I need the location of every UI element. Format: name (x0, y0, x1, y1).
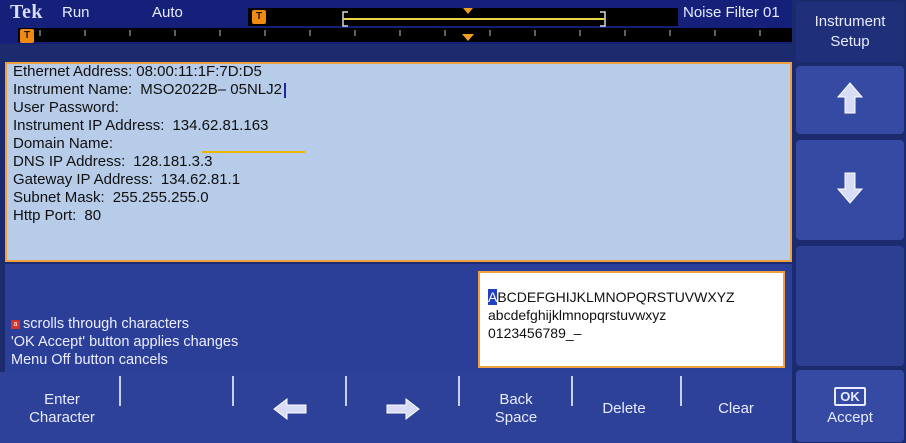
palette-lowercase-row[interactable]: abcdefghijklmnopqrstuvwxyz (488, 307, 666, 324)
accept-label: Accept (827, 408, 873, 426)
domain-name-label: Domain Name: (13, 135, 114, 152)
text-cursor (283, 82, 286, 98)
record-graphic (39, 8, 761, 41)
dns-field[interactable]: 128.181.3.3 (133, 153, 212, 170)
right-arrow-icon (385, 398, 421, 420)
subnet-row[interactable]: Subnet Mask: 255.255.255.0 (13, 189, 209, 207)
scroll-up-button[interactable] (796, 66, 904, 134)
http-port-row[interactable]: Http Port: 80 (13, 207, 101, 225)
domain-name-row[interactable]: Domain Name: (13, 135, 113, 153)
delete-button[interactable]: Delete (568, 380, 680, 438)
left-arrow-icon (272, 398, 308, 420)
trigger-marker-top: T (252, 10, 266, 24)
http-port-label: Http Port: (13, 207, 77, 224)
character-palette[interactable]: ABCDEFGHIJKLMNOPQRSTUVWXYZ abcdefghijklm… (478, 271, 785, 368)
cursor-right-button[interactable] (347, 380, 459, 438)
http-port-field[interactable]: 80 (84, 207, 101, 224)
ruler-ticks (39, 30, 761, 36)
status-bar: Tek Run Auto Noise Filter 01 T T (0, 0, 792, 44)
back-space-button[interactable]: Back Space (460, 380, 572, 438)
ip-address-field[interactable]: 134.62.81.163 (172, 117, 268, 134)
bottom-menu: Enter Character Back Space Delete Clear (0, 372, 792, 443)
dns-label: DNS IP Address: (13, 153, 126, 170)
instrument-info-panel: Ethernet Address: 08:00:11:1F:7D:D5 Instr… (5, 62, 792, 262)
menu-title-line2: Setup (830, 33, 870, 50)
instrument-name-label: Instrument Name: (13, 81, 133, 98)
selected-field-underline (202, 151, 305, 153)
back-space-line1: Back (499, 391, 533, 408)
delete-label: Delete (602, 400, 646, 417)
ethernet-row: Ethernet Address: 08:00:11:1F:7D:D5 (13, 63, 262, 81)
ip-address-label: Instrument IP Address: (13, 117, 165, 134)
trigger-position-marker (463, 8, 473, 14)
enter-character-button[interactable]: Enter Character (6, 380, 118, 438)
subnet-label: Subnet Mask: (13, 189, 105, 206)
palette-digits-row[interactable]: 0123456789_– (488, 325, 581, 342)
up-arrow-icon (836, 81, 864, 120)
dns-row[interactable]: DNS IP Address: 128.181.3.3 (13, 153, 213, 171)
menu-title-line1: Instrument (814, 13, 886, 30)
side-menu-empty-slot (796, 246, 904, 366)
ip-address-row[interactable]: Instrument IP Address: 134.62.81.163 (13, 117, 268, 135)
clear-label: Clear (718, 400, 754, 417)
selected-character[interactable]: A (488, 289, 498, 305)
blank-softkey[interactable] (121, 380, 233, 438)
palette-uppercase-row[interactable]: ABCDEFGHIJKLMNOPQRSTUVWXYZ (488, 289, 735, 306)
back-space-line2: Space (494, 409, 538, 426)
trigger-marker-ruler: T (20, 29, 34, 43)
ethernet-label: Ethernet Address: (13, 63, 133, 80)
enter-character-line1: Enter (44, 391, 80, 408)
help-cancel-line: Menu Off button cancels (11, 352, 168, 368)
uppercase-characters[interactable]: BCDEFGHIJKLMNOPQRSTUVWXYZ (497, 289, 734, 305)
user-password-row[interactable]: User Password: (13, 99, 119, 117)
ok-box-label: OK (834, 386, 866, 406)
enter-character-line2: Character (29, 409, 95, 426)
down-arrow-icon (836, 171, 864, 210)
ok-accept-button[interactable]: OK Accept (796, 370, 904, 442)
help-accept-line: 'OK Accept' button applies changes (11, 334, 239, 350)
clear-button[interactable]: Clear (680, 380, 792, 438)
subnet-field[interactable]: 255.255.255.0 (113, 189, 209, 206)
multipurpose-knob-icon: a (11, 319, 20, 329)
menu-title: Instrument Setup (796, 2, 904, 62)
scroll-down-button[interactable] (796, 140, 904, 240)
cursor-left-button[interactable] (234, 380, 346, 438)
gateway-field[interactable]: 134.62.81.1 (161, 171, 240, 188)
trigger-ruler-marker (462, 34, 474, 41)
ethernet-value: 08:00:11:1F:7D:D5 (136, 63, 262, 80)
user-password-label: User Password: (13, 99, 119, 116)
side-menu: Instrument Setup OK Accept (792, 0, 906, 443)
help-scroll-line: a scrolls through characters (11, 316, 189, 333)
instrument-name-row[interactable]: Instrument Name: MSO2022B– 05NLJ2 (13, 81, 286, 99)
instrument-name-field[interactable]: MSO2022B– 05NLJ2 (140, 81, 282, 98)
gateway-row[interactable]: Gateway IP Address: 134.62.81.1 (13, 171, 240, 189)
gateway-label: Gateway IP Address: (13, 171, 153, 188)
help-scroll-text: scrolls through characters (23, 316, 190, 332)
